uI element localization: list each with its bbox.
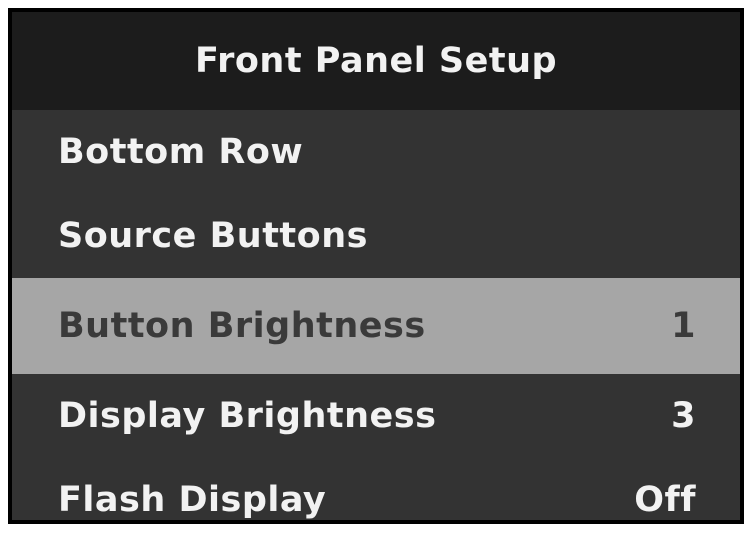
- menu-item-flash-display[interactable]: Flash Display Off: [12, 458, 740, 542]
- menu-screen: Front Panel Setup Bottom Row Source Butt…: [12, 12, 740, 520]
- menu-item-source-buttons[interactable]: Source Buttons: [12, 194, 740, 278]
- menu-item-label: Flash Display: [58, 480, 327, 520]
- menu-title-bar: Front Panel Setup: [12, 12, 740, 110]
- menu-item-label: Display Brightness: [58, 396, 437, 436]
- menu-list: Bottom Row Source Buttons Button Brightn…: [12, 110, 740, 542]
- device-screen-frame: Front Panel Setup Bottom Row Source Butt…: [8, 8, 744, 524]
- menu-title: Front Panel Setup: [194, 41, 558, 81]
- menu-item-label: Button Brightness: [58, 306, 426, 346]
- menu-item-label: Bottom Row: [58, 132, 304, 172]
- menu-item-label: Source Buttons: [58, 216, 368, 256]
- menu-item-display-brightness[interactable]: Display Brightness 3: [12, 374, 740, 458]
- menu-item-value: 1: [671, 306, 696, 346]
- menu-item-value: Off: [634, 480, 696, 520]
- menu-item-bottom-row[interactable]: Bottom Row: [12, 110, 740, 194]
- menu-item-value: 3: [671, 396, 696, 436]
- menu-item-button-brightness[interactable]: Button Brightness 1: [12, 278, 740, 374]
